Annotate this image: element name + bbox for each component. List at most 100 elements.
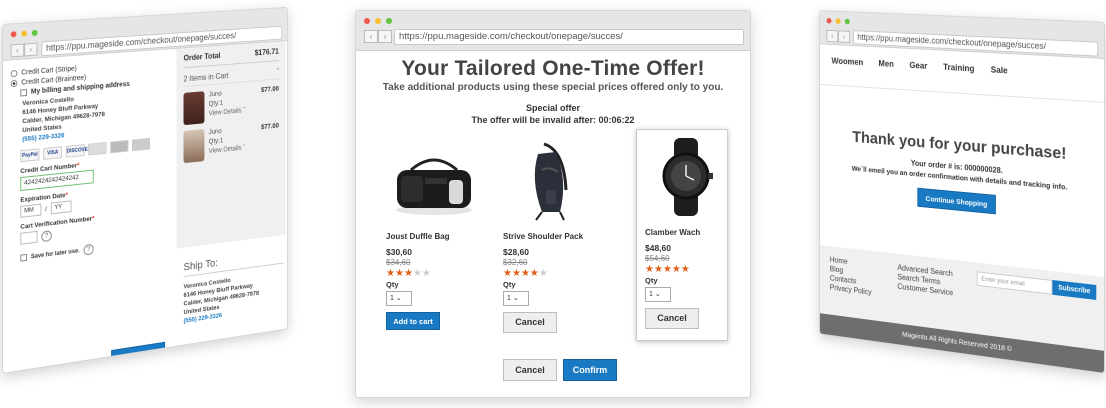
radio-icon[interactable]: [11, 70, 18, 77]
checkout-window: ‹ › https://ppu.mageside.com/checkout/on…: [2, 7, 288, 374]
items-in-cart-toggle[interactable]: 2 Items in Cart ˆ: [184, 67, 279, 87]
window-controls: [827, 18, 850, 25]
required-marker: *: [92, 215, 94, 222]
payment-methods: Credit Cart (Stripe) Credit Cart (Braint…: [11, 59, 172, 265]
back-arrow-icon[interactable]: ‹: [11, 44, 24, 58]
product-name[interactable]: Clamber Wach: [645, 228, 727, 237]
continue-shopping-button[interactable]: Continue Shopping: [917, 188, 995, 215]
nav-item-men[interactable]: Men: [878, 59, 893, 89]
star-icon: ★: [530, 268, 539, 279]
offer-body: Your Tailored One-Time Offer! Take addit…: [356, 51, 750, 397]
card-logo-icon: [88, 142, 106, 155]
payment-label: Credit Cart (Stripe): [21, 66, 77, 77]
maximize-dot-icon[interactable]: [386, 18, 392, 24]
save-label: Save for later use.: [31, 248, 80, 260]
maximize-dot-icon[interactable]: [32, 30, 38, 36]
star-icon: ★: [404, 268, 413, 279]
exp-year-input[interactable]: YY: [51, 200, 72, 214]
cvv-input[interactable]: [20, 231, 37, 245]
star-icon: ★: [422, 268, 431, 279]
cancel-product-button[interactable]: Cancel: [503, 312, 557, 333]
forward-arrow-icon[interactable]: ›: [838, 30, 850, 43]
offer-products: Joust Duffle Bag $30,60 $34,60 ★★★★★ Qty…: [376, 134, 730, 354]
item-price: $77.00: [261, 85, 279, 96]
product-old-price: $54,60: [645, 254, 727, 263]
star-icon: ★: [521, 268, 530, 279]
qty-select[interactable]: 1 ⌄: [503, 291, 529, 306]
shipping-address: Veronica Costello 6146 Honey Bluff Parkw…: [184, 269, 284, 326]
qty-value: 1: [507, 295, 511, 302]
offer-subtitle: Take additional products using these spe…: [356, 82, 750, 93]
minimize-dot-icon[interactable]: [375, 18, 381, 24]
maximize-dot-icon[interactable]: [845, 19, 850, 25]
offer-actions: Cancel Confirm: [356, 359, 750, 381]
offer-timer: The offer will be invalid after: 00:06:2…: [356, 115, 750, 125]
exp-separator: /: [45, 205, 47, 212]
close-dot-icon[interactable]: [364, 18, 370, 24]
product-name[interactable]: Joust Duffle Bag: [386, 232, 482, 241]
product-old-price: $34,60: [386, 258, 482, 267]
forward-arrow-icon[interactable]: ›: [24, 43, 37, 57]
cancel-button[interactable]: Cancel: [503, 359, 557, 381]
order-total-row: Order Total $176.71: [184, 47, 279, 68]
offer-window: ‹ › https://ppu.mageside.com/checkout/on…: [355, 10, 751, 398]
star-icon: ★: [672, 264, 681, 275]
close-dot-icon[interactable]: [827, 18, 832, 24]
help-icon[interactable]: ?: [83, 244, 93, 256]
chevron-down-icon: ˇ: [243, 107, 245, 114]
window-controls: [364, 18, 392, 24]
subscribe-button[interactable]: Subscribe: [1052, 280, 1096, 300]
qty-label: Qty: [503, 280, 599, 289]
success-window: ‹ › https://ppu.mageside.com/checkout/on…: [819, 10, 1105, 374]
watch-image: [648, 136, 724, 218]
qty-select[interactable]: 1 ⌄: [386, 291, 412, 306]
product-name[interactable]: Strive Shoulder Pack: [503, 232, 599, 241]
forward-arrow-icon[interactable]: ›: [378, 30, 392, 43]
paypal-logo-icon: PayPal: [20, 148, 39, 162]
product-price: $28,60: [503, 247, 599, 257]
radio-selected-icon[interactable]: [11, 80, 18, 87]
nav-item-training[interactable]: Training: [943, 62, 974, 94]
nav-item-sale[interactable]: Sale: [991, 65, 1008, 96]
nav-item-gear[interactable]: Gear: [909, 60, 927, 90]
star-icon: ★: [681, 264, 690, 275]
newsletter-email-input[interactable]: Enter your email: [977, 271, 1053, 294]
help-icon[interactable]: ?: [41, 230, 51, 242]
ship-to: Ship To: Veronica Costello 6146 Honey Bl…: [184, 249, 284, 326]
checkbox-icon[interactable]: [20, 89, 27, 96]
chevron-down-icon: ⌄: [513, 295, 519, 302]
confirm-button[interactable]: Confirm: [563, 359, 617, 381]
nav-item-women[interactable]: Woomen: [831, 56, 863, 87]
qty-value: 1: [649, 291, 653, 298]
place-order-button[interactable]: Place Order: [111, 342, 165, 372]
minimize-dot-icon[interactable]: [21, 30, 27, 36]
back-arrow-icon[interactable]: ‹: [364, 30, 378, 43]
chevron-down-icon: ⌄: [396, 295, 402, 302]
browser-chrome: ‹ › https://ppu.mageside.com/checkout/on…: [356, 11, 750, 51]
cart-item: Juno $77.00 Qty:1 View Details ˇ: [184, 122, 279, 163]
product-thumbnail: [184, 129, 205, 163]
qty-select[interactable]: 1 ⌄: [645, 287, 671, 302]
add-to-cart-button[interactable]: Add to cart: [386, 312, 440, 330]
chevron-up-icon: ˆ: [277, 67, 279, 75]
special-offer-label: Special offer: [356, 103, 750, 113]
view-details-label: View Details: [209, 108, 242, 118]
address-bar[interactable]: https://ppu.mageside.com/checkout/onepag…: [394, 29, 744, 45]
exp-month-input[interactable]: MM: [20, 204, 41, 218]
star-icon: ★: [413, 268, 422, 279]
star-icon: ★: [645, 264, 654, 275]
checkbox-icon[interactable]: [20, 254, 27, 262]
nav-buttons: ‹ ›: [11, 43, 38, 58]
jcb-logo-icon: [132, 138, 150, 151]
star-icon: ★: [663, 264, 672, 275]
cancel-product-button[interactable]: Cancel: [645, 308, 699, 329]
product-card: Strive Shoulder Pack $28,60 $32,60 ★★★★★…: [503, 134, 599, 333]
minimize-dot-icon[interactable]: [836, 18, 841, 24]
back-arrow-icon[interactable]: ‹: [827, 30, 839, 43]
product-card-selected[interactable]: Clamber Wach $48,60 $54,60 ★★★★★ Qty 1 ⌄…: [636, 129, 728, 341]
product-card: Joust Duffle Bag $30,60 $34,60 ★★★★★ Qty…: [386, 134, 482, 330]
order-total-label: Order Total: [184, 51, 221, 62]
close-dot-icon[interactable]: [11, 31, 17, 37]
footer-links-col-1: Home Blog Contacts Privacy Policy: [830, 255, 872, 297]
qty-label: Qty: [645, 276, 727, 285]
